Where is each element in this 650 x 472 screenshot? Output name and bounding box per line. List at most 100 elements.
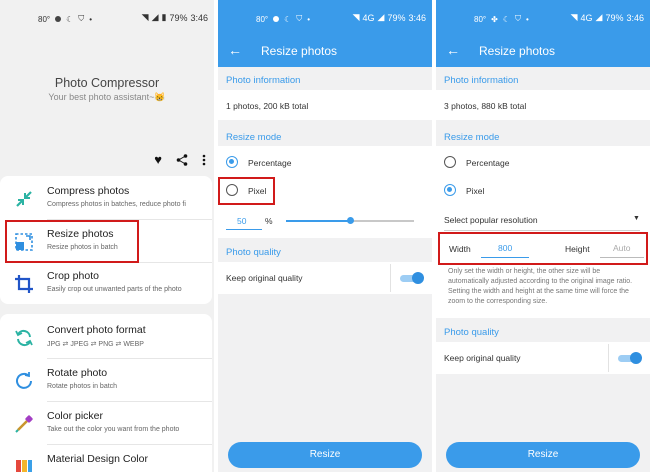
shield-icon: ⛉ xyxy=(296,14,303,23)
slider-knob[interactable] xyxy=(347,217,354,224)
percent-input-underline xyxy=(226,229,262,230)
more-options-icon[interactable] xyxy=(202,154,206,166)
photo-info-text: 3 photos, 880 kB total xyxy=(444,101,527,111)
signal-icon: ◢ xyxy=(151,12,159,22)
convert-icon xyxy=(15,329,33,347)
section-photo-information: Photo information xyxy=(226,75,301,86)
popular-resolution-select[interactable]: Select popular resolution xyxy=(444,215,538,225)
notification-icon xyxy=(273,16,280,22)
share-icon[interactable] xyxy=(176,153,188,166)
status-bar: 80° ✤ ☾ ⛉ • ◥ 4G ◢ 79% 3:46 xyxy=(436,10,650,26)
photo-info-box: 1 photos, 200 kB total xyxy=(218,90,432,120)
battery-icon: ▮ xyxy=(161,12,167,22)
section-photo-quality: Photo quality xyxy=(444,327,499,338)
shield-icon: ⛉ xyxy=(78,14,85,23)
signal-icon: ◢ xyxy=(377,12,385,22)
section-photo-information: Photo information xyxy=(444,75,519,86)
pixel-radio[interactable] xyxy=(444,184,456,196)
item-subtitle: Easily crop out unwanted parts of the ph… xyxy=(47,286,182,293)
header-actions: ♥ xyxy=(154,152,206,167)
clock-text: 3:46 xyxy=(190,12,208,23)
highlight-box xyxy=(5,220,139,263)
favorite-icon[interactable]: ♥ xyxy=(154,152,162,167)
clock-text: 3:46 xyxy=(408,12,426,23)
temperature-text: 80° xyxy=(256,14,269,24)
crop-photo-item[interactable]: Crop photo Easily crop out unwanted part… xyxy=(0,262,212,304)
clock-text: 3:46 xyxy=(626,12,644,23)
percentage-radio[interactable] xyxy=(444,156,456,168)
photo-quality-box: Keep original quality xyxy=(218,262,432,294)
resize-screen-percentage: 80° ☾ ⛉ • ◥ 4G ◢ 79% 3:46 ← Resize photo… xyxy=(218,0,432,472)
percentage-label: Percentage xyxy=(248,158,292,168)
photo-quality-box: Keep original quality xyxy=(436,342,650,374)
wifi-icon: ◥ xyxy=(570,12,578,22)
item-title: Rotate photo xyxy=(47,367,108,379)
slider-fill xyxy=(286,220,350,222)
secondary-tools-card: Convert photo format JPG ⇄ JPEG ⇄ PNG ⇄ … xyxy=(0,314,212,472)
percentage-radio[interactable] xyxy=(226,156,238,168)
color-picker-item[interactable]: Color picker Take out the color you want… xyxy=(0,402,212,444)
dot-icon: • xyxy=(89,14,93,24)
item-title: Compress photos xyxy=(47,185,130,197)
rotate-icon xyxy=(16,372,32,389)
dropdown-arrow-icon[interactable]: ▼ xyxy=(633,215,640,222)
moon-icon: ☾ xyxy=(66,14,74,24)
item-title: Color picker xyxy=(47,410,104,422)
dot-icon: • xyxy=(525,14,529,24)
app-bar: 80° ☾ ⛉ • ◥ 4G ◢ 79% 3:46 ← Resize photo… xyxy=(218,0,432,67)
section-resize-mode: Resize mode xyxy=(226,132,282,143)
toggle-divider xyxy=(390,264,391,292)
status-bar: 80° ☾ ⛉ • ◥ 4G ◢ 79% 3:46 xyxy=(218,10,432,26)
resize-button[interactable]: Resize xyxy=(228,442,422,468)
pixel-label: Pixel xyxy=(466,186,485,196)
percentage-label: Percentage xyxy=(466,158,510,168)
page-title: Resize photos xyxy=(261,44,338,58)
rotate-photo-item[interactable]: Rotate photo Rotate photos in batch xyxy=(0,359,212,401)
battery-text: 79% xyxy=(387,12,406,23)
home-screen: 80° ☾ ⛉ • ◥ ◢ ▮ 79% 3:46 Photo Compresso… xyxy=(0,0,214,472)
photo-info-box: 3 photos, 880 kB total xyxy=(436,90,650,120)
temperature-text: 80° xyxy=(38,14,51,24)
compress-photos-item[interactable]: Compress photos Compress photos in batch… xyxy=(0,177,212,219)
section-photo-quality: Photo quality xyxy=(226,247,281,258)
highlight-box xyxy=(438,232,648,265)
signal-icon: ◢ xyxy=(595,12,603,22)
status-bar: 80° ☾ ⛉ • ◥ ◢ ▮ 79% 3:46 xyxy=(0,10,214,26)
shield-icon: ⛉ xyxy=(514,14,521,23)
item-subtitle: JPG ⇄ JPEG ⇄ PNG ⇄ WEBP xyxy=(47,341,144,348)
keep-quality-toggle[interactable] xyxy=(400,272,424,284)
palette-icon xyxy=(16,460,32,472)
pixel-mode-note: Only set the width or height, the other … xyxy=(448,268,633,305)
item-title: Convert photo format xyxy=(47,324,146,336)
page-title: Resize photos xyxy=(479,44,556,58)
battery-text: 79% xyxy=(605,12,624,23)
temperature-text: 80° xyxy=(474,14,487,24)
item-subtitle: Compress photos in batches, reduce photo… xyxy=(47,201,186,208)
material-color-item[interactable]: Material Design Color xyxy=(0,445,212,472)
fan-icon: ✤ xyxy=(491,14,498,24)
section-resize-mode: Resize mode xyxy=(444,132,500,143)
percent-input[interactable]: 50 xyxy=(237,216,246,226)
resize-button[interactable]: Resize xyxy=(446,442,640,468)
item-subtitle: Rotate photos in batch xyxy=(47,383,118,390)
highlight-box xyxy=(218,177,275,205)
photo-info-text: 1 photos, 200 kB total xyxy=(226,101,309,111)
moon-icon: ☾ xyxy=(284,14,292,24)
resize-screen-pixel: 80° ✤ ☾ ⛉ • ◥ 4G ◢ 79% 3:46 ← Resize pho… xyxy=(436,0,650,472)
item-subtitle: Take out the color you want from the pho… xyxy=(47,426,180,433)
percent-slider[interactable] xyxy=(286,217,414,224)
select-underline xyxy=(444,230,640,231)
percent-unit: % xyxy=(265,216,273,226)
keep-quality-toggle[interactable] xyxy=(618,352,642,364)
notification-icon xyxy=(55,16,62,22)
app-subtitle: Your best photo assistant~😸 xyxy=(48,92,166,102)
network-text: 4G xyxy=(362,12,375,23)
toggle-divider xyxy=(608,344,609,372)
app-bar: 80° ✤ ☾ ⛉ • ◥ 4G ◢ 79% 3:46 ← Resize pho… xyxy=(436,0,650,67)
item-title: Crop photo xyxy=(47,270,99,282)
color-picker-icon xyxy=(15,415,33,433)
back-arrow-icon[interactable]: ← xyxy=(228,42,242,58)
wifi-icon: ◥ xyxy=(352,12,360,22)
back-arrow-icon[interactable]: ← xyxy=(446,42,460,58)
convert-format-item[interactable]: Convert photo format JPG ⇄ JPEG ⇄ PNG ⇄ … xyxy=(0,316,212,358)
